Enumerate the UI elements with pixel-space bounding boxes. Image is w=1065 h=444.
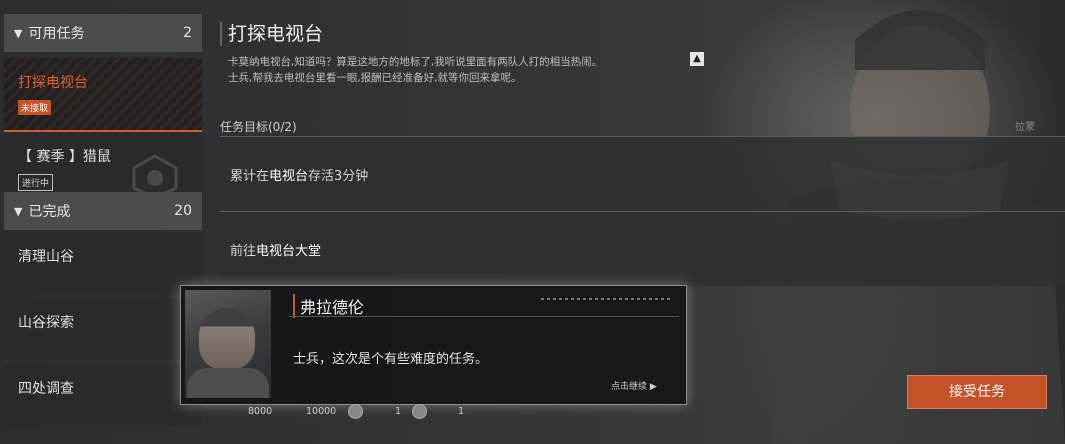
quest-name: 山谷探索 [18, 315, 74, 331]
accept-quest-button[interactable]: 接受任务 [907, 375, 1047, 409]
quest-sidebar: ▼ 可用任务 2 打探电视台 未接取 【 赛季 】猎鼠 进行中 ▼ 已完成 20… [4, 14, 202, 444]
objective-row: 前往电视台大堂 [220, 211, 1065, 286]
quest-name: 四处调查 [18, 381, 74, 397]
collapse-triangle-icon: ▼ [14, 204, 23, 218]
item-icon [412, 404, 427, 419]
available-quests-count: 2 [183, 25, 192, 41]
quest-description: 卡莫纳电视台,知道吗？算是这地方的地标了,我听说里面有两队人打的相当热闹。 士兵… [228, 54, 698, 86]
divider [289, 316, 679, 317]
completed-quests-count: 20 [174, 203, 192, 219]
quest-item-tv-station[interactable]: 打探电视台 未接取 [4, 58, 202, 132]
quest-name: 【 赛季 】猎鼠 [18, 149, 111, 165]
gate-text: 拉蒙 [1015, 122, 1035, 133]
available-quests-label: 可用任务 [28, 26, 85, 42]
objective-text: 累计在电视台存活3分钟 [230, 169, 369, 184]
collapse-description-button[interactable]: ▲ [690, 52, 704, 66]
completed-quests-label: 已完成 [28, 204, 71, 220]
available-quests-header[interactable]: ▼ 可用任务 2 [4, 14, 202, 52]
reward-item-count: 1 [395, 406, 402, 417]
completed-item[interactable]: 四处调查 [4, 364, 202, 426]
desc-line: 士兵,帮我去电视台里看一眼,报酬已经准备好,就等你回来拿呢。 [228, 72, 522, 84]
status-badge: 未接取 [18, 100, 52, 115]
quest-name: 打探电视台 [18, 75, 88, 91]
reward-item-count: 1 [458, 406, 465, 417]
desc-line: 卡莫纳电视台,知道吗？算是这地方的地标了,我听说里面有两队人打的相当热闹。 [228, 56, 603, 68]
completed-item[interactable]: 山谷探索 [4, 298, 202, 360]
reward-exp: 8000 [248, 406, 273, 417]
dialog-text: 士兵，这次是个有些难度的任务。 [293, 352, 489, 367]
quest-title: 打探电视台 [220, 22, 323, 46]
coin-icon [348, 404, 363, 419]
collapse-triangle-icon: ▼ [14, 26, 23, 40]
objectives-list: 累计在电视台存活3分钟 前往电视台大堂 [220, 136, 1065, 286]
speaker-name: 弗拉德伦 [293, 294, 364, 318]
reward-money: 10000 [306, 406, 337, 417]
objectives-label: 任务目标(0/2) [220, 120, 297, 134]
continue-label: 点击继续 [611, 382, 648, 392]
continue-button[interactable]: 点击继续 ▶ [611, 379, 657, 392]
completed-quests-header[interactable]: ▼ 已完成 20 [4, 192, 202, 230]
npc-dialog[interactable]: 弗拉德伦 士兵，这次是个有些难度的任务。 点击继续 ▶ [180, 285, 687, 405]
objective-text: 前往电视台大堂 [230, 244, 322, 259]
objective-row: 累计在电视台存活3分钟 [220, 136, 1065, 211]
play-arrow-icon: ▶ [649, 382, 657, 392]
completed-item[interactable]: 清理山谷 [4, 232, 202, 294]
status-badge: 进行中 [18, 174, 54, 191]
quest-name: 清理山谷 [18, 249, 74, 265]
decorative-dashes [541, 298, 671, 300]
npc-avatar [185, 290, 271, 398]
